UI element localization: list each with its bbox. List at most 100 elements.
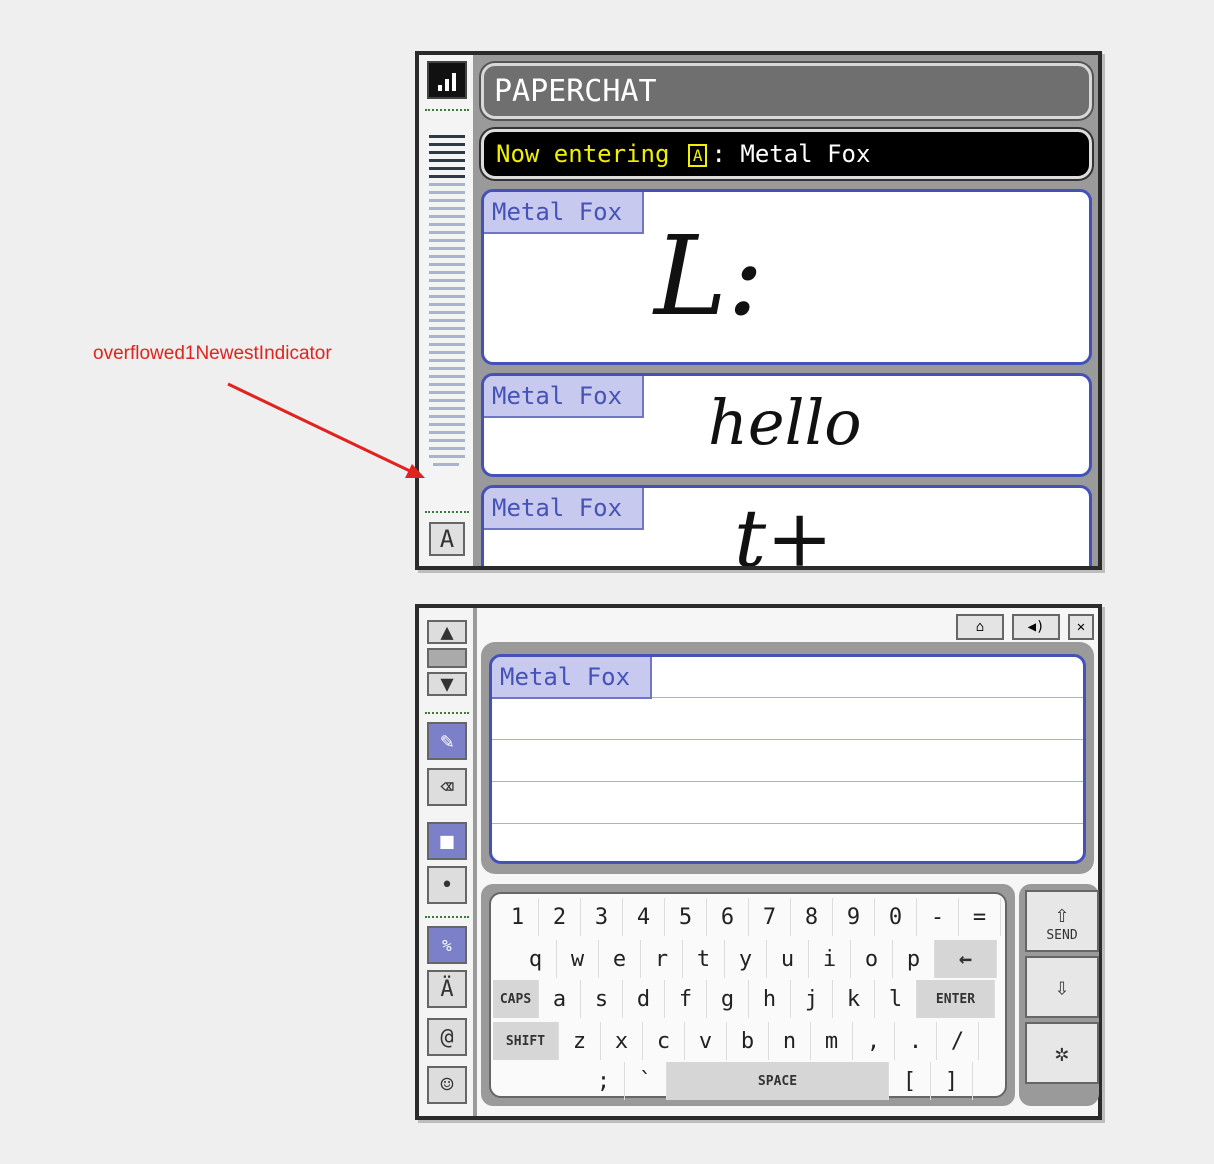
drawing-canvas[interactable]: Metal Fox	[489, 654, 1086, 864]
entering-prefix: Now entering	[496, 140, 670, 168]
key[interactable]: .	[895, 1022, 937, 1060]
key[interactable]: 6	[707, 898, 749, 936]
keyboard-accent-icon[interactable]: Ä	[427, 970, 467, 1008]
at-icon[interactable]: @	[427, 1018, 467, 1056]
divider	[425, 109, 469, 111]
mute-icon[interactable]: ◀)	[1012, 614, 1060, 640]
key[interactable]: z	[559, 1022, 601, 1060]
key[interactable]: i	[809, 940, 851, 978]
message-card: Metal Fox t+	[481, 485, 1092, 566]
key[interactable]: j	[791, 980, 833, 1018]
key[interactable]: ;	[583, 1062, 625, 1100]
compose-author: Metal Fox	[492, 657, 652, 699]
send-icon: ⇧	[1054, 899, 1070, 928]
key[interactable]: 4	[623, 898, 665, 936]
action-buttons: ⇧ SEND ⇩ ✲	[1019, 884, 1099, 1106]
key[interactable]: r	[641, 940, 683, 978]
compose-frame: Metal Fox	[481, 642, 1094, 874]
entering-banner: Now entering A: Metal Fox	[481, 129, 1092, 179]
message-author: Metal Fox	[484, 488, 644, 530]
key[interactable]: 1	[497, 898, 539, 936]
compose-area: ⌂ ◀) ✕ Metal Fox 1 2 3 4 5 6 7 8 9 0 - =…	[477, 608, 1099, 1116]
key[interactable]: o	[851, 940, 893, 978]
key[interactable]: g	[707, 980, 749, 1018]
caps-key[interactable]: CAPS	[493, 980, 539, 1018]
key[interactable]: m	[811, 1022, 853, 1060]
thin-brush-icon[interactable]: •	[427, 866, 467, 904]
room-badge: A	[687, 143, 708, 167]
annotation-arrow	[227, 382, 425, 478]
key[interactable]: k	[833, 980, 875, 1018]
enter-key[interactable]: ENTER	[917, 980, 995, 1018]
key[interactable]: q	[515, 940, 557, 978]
entering-user: : Metal Fox	[711, 140, 871, 168]
key[interactable]: 8	[791, 898, 833, 936]
key[interactable]: n	[769, 1022, 811, 1060]
tools-sidebar: ▲ ▼ ✎ ⌫ ■ • % Ä @ ☺	[419, 608, 473, 1116]
room-a-button[interactable]: A	[429, 522, 465, 556]
key[interactable]: -	[917, 898, 959, 936]
backspace-key[interactable]: ←	[935, 940, 997, 978]
divider	[425, 712, 469, 714]
pencil-icon[interactable]: ✎	[427, 722, 467, 760]
message-author: Metal Fox	[484, 376, 644, 418]
key[interactable]: 3	[581, 898, 623, 936]
key[interactable]: 0	[875, 898, 917, 936]
eraser-icon[interactable]: ⌫	[427, 768, 467, 806]
message-drawing: L:	[654, 212, 765, 340]
signal-icon	[427, 61, 467, 99]
key[interactable]: u	[767, 940, 809, 978]
pictochat-icon[interactable]: ⌂	[956, 614, 1004, 640]
key[interactable]: /	[937, 1022, 979, 1060]
message-author: Metal Fox	[484, 192, 644, 234]
divider	[425, 511, 469, 513]
app-title: PAPERCHAT	[481, 63, 1092, 119]
bottom-screen: ▲ ▼ ✎ ⌫ ■ • % Ä @ ☺ ⌂ ◀) ✕ Metal Fox 1 2…	[415, 604, 1102, 1120]
thick-brush-icon[interactable]: ■	[427, 822, 467, 860]
key[interactable]: =	[959, 898, 1001, 936]
keyboard-frame: 1 2 3 4 5 6 7 8 9 0 - = q w e r t y u i …	[481, 884, 1015, 1106]
scroll-handle[interactable]	[427, 648, 467, 668]
message-card: Metal Fox L:	[481, 189, 1092, 365]
key[interactable]: 9	[833, 898, 875, 936]
key[interactable]: b	[727, 1022, 769, 1060]
key[interactable]: l	[875, 980, 917, 1018]
key[interactable]: x	[601, 1022, 643, 1060]
key[interactable]: v	[685, 1022, 727, 1060]
close-icon[interactable]: ✕	[1068, 614, 1094, 640]
keyboard-latin-icon[interactable]: %	[427, 926, 467, 964]
message-drawing: hello	[708, 386, 862, 459]
key[interactable]: f	[665, 980, 707, 1018]
keyboard: 1 2 3 4 5 6 7 8 9 0 - = q w e r t y u i …	[489, 892, 1007, 1100]
key[interactable]: p	[893, 940, 935, 978]
key[interactable]: e	[599, 940, 641, 978]
key[interactable]: ,	[853, 1022, 895, 1060]
scroll-down-icon[interactable]: ▼	[427, 672, 467, 697]
key[interactable]: 2	[539, 898, 581, 936]
chat-area: PAPERCHAT Now entering A: Metal Fox Meta…	[477, 55, 1098, 566]
key[interactable]: 7	[749, 898, 791, 936]
copy-down-icon: ⇩	[1054, 973, 1070, 1001]
key[interactable]: s	[581, 980, 623, 1018]
send-label: SEND	[1046, 927, 1078, 943]
scroll-up-icon[interactable]: ▲	[427, 620, 467, 645]
key[interactable]: 5	[665, 898, 707, 936]
key[interactable]: d	[623, 980, 665, 1018]
key[interactable]: h	[749, 980, 791, 1018]
send-button[interactable]: ⇧ SEND	[1025, 890, 1099, 952]
space-key[interactable]: SPACE	[667, 1062, 889, 1100]
key[interactable]: [	[889, 1062, 931, 1100]
key[interactable]: c	[643, 1022, 685, 1060]
smiley-icon[interactable]: ☺	[427, 1066, 467, 1104]
top-screen: A PAPERCHAT Now entering A: Metal Fox Me…	[415, 51, 1102, 570]
key[interactable]: a	[539, 980, 581, 1018]
shift-key[interactable]: SHIFT	[493, 1022, 559, 1060]
message-drawing: t+	[734, 492, 834, 566]
key[interactable]: `	[625, 1062, 667, 1100]
copy-button[interactable]: ⇩	[1025, 956, 1099, 1018]
key[interactable]: t	[683, 940, 725, 978]
key[interactable]: ]	[931, 1062, 973, 1100]
clear-button[interactable]: ✲	[1025, 1022, 1099, 1084]
key[interactable]: y	[725, 940, 767, 978]
key[interactable]: w	[557, 940, 599, 978]
